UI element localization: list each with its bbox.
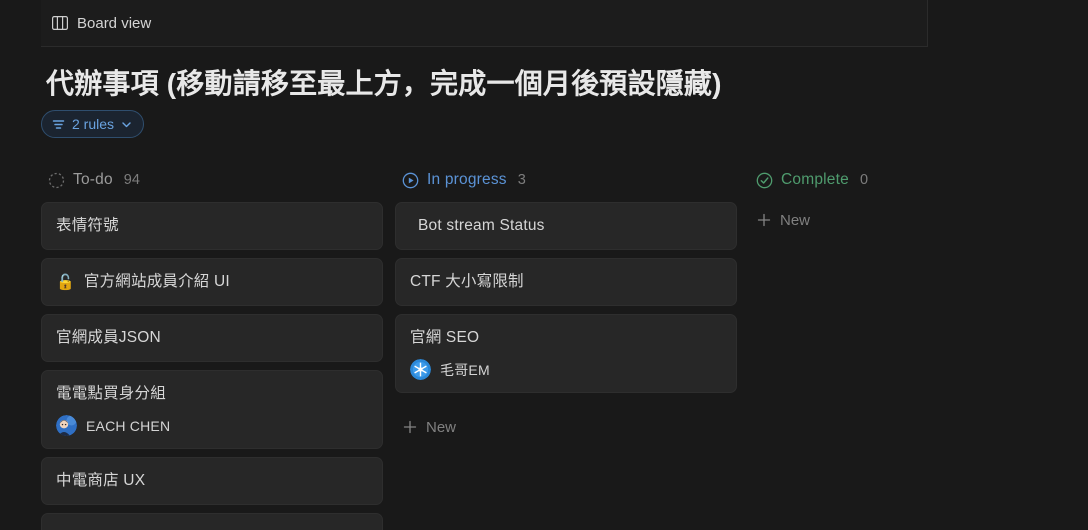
board-card[interactable]: 官網 SEO 毛哥EM xyxy=(395,314,737,393)
board-column-complete: Complete 0 New xyxy=(749,158,1088,530)
card-title: Bot stream Status xyxy=(418,217,545,234)
add-new-card-in-progress[interactable]: New xyxy=(395,409,737,445)
tab-board-view-label: Board view xyxy=(77,14,152,32)
board-column-in-progress: In progress 3 Bot stream Status CTF 大小寫限… xyxy=(395,158,745,530)
card-title-text: 官方網站成員介紹 UI xyxy=(83,273,230,290)
card-list-in-progress: Bot stream Status CTF 大小寫限制 官網 SEO 毛哥EM … xyxy=(395,202,745,445)
column-header-in-progress[interactable]: In progress 3 xyxy=(395,158,745,202)
add-new-label: New xyxy=(780,211,811,229)
board-card[interactable]: 中電商店 UX xyxy=(41,457,383,505)
rules-chip-label: 2 rules xyxy=(72,116,115,132)
board-card[interactable]: 電電點買身分組 EACH CHEN xyxy=(41,370,383,449)
column-title-complete: Complete xyxy=(781,171,849,188)
card-title: 表情符號 xyxy=(56,217,119,234)
card-title: 🔓 官方網站成員介紹 UI xyxy=(56,271,368,293)
column-count-complete: 0 xyxy=(859,172,869,188)
add-new-label: New xyxy=(426,418,457,436)
column-count-todo: 94 xyxy=(123,172,140,188)
assignee-name: 毛哥EM xyxy=(440,361,490,378)
view-tab-bar: Board view xyxy=(41,0,928,47)
card-assignee[interactable]: 毛哥EM xyxy=(410,359,722,380)
rules-filter-chip[interactable]: 2 rules xyxy=(41,110,145,138)
board-page: Board view 代辦事項 (移動請移至最上方，完成一個月後預設隱藏) 2 … xyxy=(0,0,1088,530)
board-card[interactable]: 表情符號 xyxy=(41,202,383,250)
board-view-icon xyxy=(52,16,68,30)
board-card[interactable]: 官網成員JSON xyxy=(41,314,383,362)
card-list-todo: 表情符號 🔓 官方網站成員介紹 UI 官網成員JSON 電電點買身分組 EACH… xyxy=(41,202,391,530)
plus-icon xyxy=(757,213,771,227)
card-title: 官網 SEO xyxy=(410,329,480,346)
page-title: 代辦事項 (移動請移至最上方，完成一個月後預設隱藏) xyxy=(46,68,722,99)
board-card[interactable] xyxy=(41,513,383,530)
assignee-name: EACH CHEN xyxy=(86,417,171,434)
tab-board-view[interactable]: Board view xyxy=(41,0,163,46)
play-circle-icon xyxy=(402,172,419,189)
board-card[interactable]: Bot stream Status xyxy=(395,202,737,250)
card-title: CTF 大小寫限制 xyxy=(410,273,524,290)
filter-icon xyxy=(52,118,65,131)
card-title: 電電點買身分組 xyxy=(56,385,166,402)
card-list-complete: New xyxy=(749,202,1088,238)
check-circle-icon xyxy=(756,172,773,189)
avatar xyxy=(56,415,77,436)
column-header-todo[interactable]: To-do 94 xyxy=(41,158,391,202)
column-header-complete[interactable]: Complete 0 xyxy=(749,158,1088,202)
card-assignee[interactable]: EACH CHEN xyxy=(56,415,368,436)
chevron-down-icon xyxy=(121,119,132,130)
board-columns: To-do 94 表情符號 🔓 官方網站成員介紹 UI 官網成員JSON 電電點… xyxy=(41,158,1088,530)
board-column-todo: To-do 94 表情符號 🔓 官方網站成員介紹 UI 官網成員JSON 電電點… xyxy=(41,158,391,530)
add-new-card-complete[interactable]: New xyxy=(749,202,1088,238)
card-title: 官網成員JSON xyxy=(56,329,161,346)
column-title-in-progress: In progress xyxy=(427,171,507,188)
board-card[interactable]: CTF 大小寫限制 xyxy=(395,258,737,306)
unlock-emoji-icon: 🔓 xyxy=(56,273,75,291)
avatar xyxy=(410,359,431,380)
plus-icon xyxy=(403,420,417,434)
board-card[interactable]: 🔓 官方網站成員介紹 UI xyxy=(41,258,383,306)
dashed-circle-icon xyxy=(48,172,65,189)
column-count-in-progress: 3 xyxy=(517,172,526,188)
card-title: 中電商店 UX xyxy=(56,472,146,489)
column-title-todo: To-do xyxy=(73,171,113,188)
